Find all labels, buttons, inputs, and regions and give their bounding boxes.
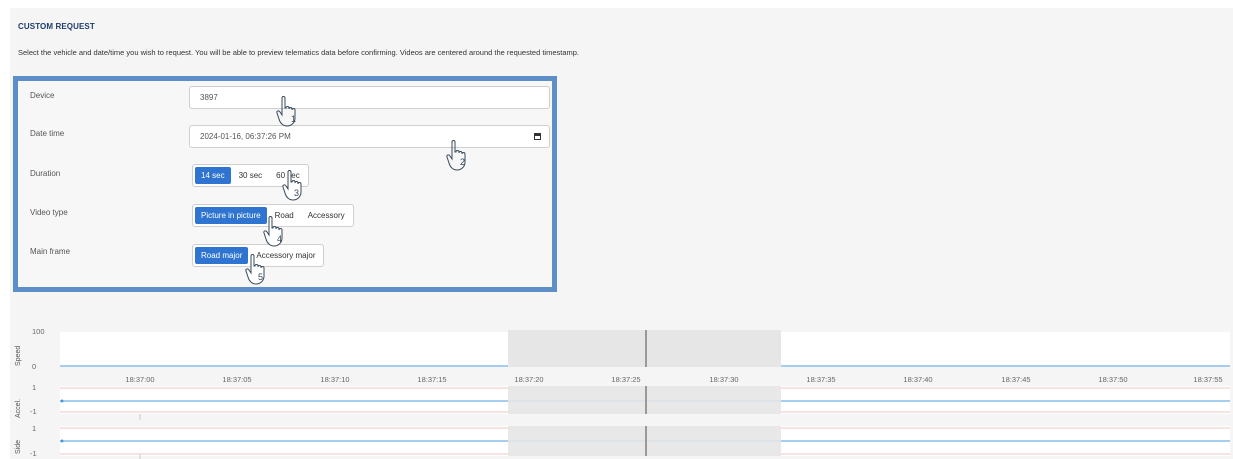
accel-tick-max: 1 (32, 383, 37, 392)
side-axis-label: Side (15, 439, 22, 454)
hand-pointer-icon-2: 2 (446, 140, 466, 171)
annotation-number-1: 1 (291, 114, 296, 124)
x-tick: 18:37:30 (709, 375, 739, 384)
hand-pointer-icon-3: 3 (282, 170, 302, 201)
annotation-number-2: 2 (460, 157, 465, 167)
hand-pointer-icon-5: 5 (245, 254, 265, 285)
calendar-icon[interactable] (534, 133, 541, 140)
datetime-input[interactable]: 2024-01-16, 06:37:26 PM (189, 125, 550, 148)
main-frame-label: Main frame (30, 247, 71, 256)
device-input[interactable]: 3897 (189, 86, 550, 109)
x-tick: 18:37:25 (611, 375, 641, 384)
x-tick: 18:37:00 (125, 375, 155, 384)
page-title: CUSTOM REQUEST (18, 22, 95, 31)
accel-start-point (60, 399, 64, 403)
x-tick: 18:37:20 (514, 375, 544, 384)
page-description: Select the vehicle and date/time you wis… (18, 48, 580, 57)
datetime-value: 2024-01-16, 06:37:26 PM (200, 132, 291, 141)
x-tick: 18:37:55 (1193, 375, 1223, 384)
video-type-pip-button[interactable]: Picture in picture (195, 207, 267, 224)
x-tick: 18:37:50 (1098, 375, 1128, 384)
telemetry-charts (60, 330, 1230, 459)
x-tick: 18:37:45 (1001, 375, 1031, 384)
duration-30-sec-button[interactable]: 30 sec (233, 167, 269, 184)
side-tick-min: -1 (30, 449, 37, 458)
duration-label: Duration (30, 169, 61, 178)
speed-tick-max: 100 (32, 327, 45, 336)
accel-axis-label: Accel. (15, 398, 22, 418)
x-tick: 18:37:05 (222, 375, 252, 384)
accel-tick-min: -1 (30, 407, 37, 416)
side-tick-max: 1 (32, 424, 37, 433)
annotation-number-4: 4 (277, 234, 282, 244)
video-type-label: Video type (30, 208, 68, 217)
device-value: 3897 (200, 93, 218, 102)
x-tick: 18:37:15 (417, 375, 447, 384)
x-tick: 18:37:10 (320, 375, 350, 384)
main-frame-road-major-button[interactable]: Road major (195, 247, 249, 264)
accel-selection-range[interactable] (508, 386, 781, 414)
speed-tick-min: 0 (32, 362, 37, 371)
duration-14-sec-button[interactable]: 14 sec (195, 167, 231, 184)
speed-axis-label: Speed (15, 345, 22, 366)
device-label: Device (30, 91, 55, 100)
side-selection-range[interactable] (508, 426, 781, 456)
annotation-number-3: 3 (294, 188, 299, 198)
x-tick: 18:37:40 (903, 375, 933, 384)
datetime-label: Date time (30, 129, 65, 138)
x-tick: 18:37:35 (806, 375, 836, 384)
hand-pointer-icon-1: 1 (276, 96, 296, 127)
speed-selection-range[interactable] (508, 330, 781, 367)
hand-pointer-icon-4: 4 (263, 216, 283, 247)
side-start-point (60, 439, 64, 443)
video-type-accessory-button[interactable]: Accessory (302, 207, 351, 224)
annotation-number-5: 5 (258, 272, 263, 282)
